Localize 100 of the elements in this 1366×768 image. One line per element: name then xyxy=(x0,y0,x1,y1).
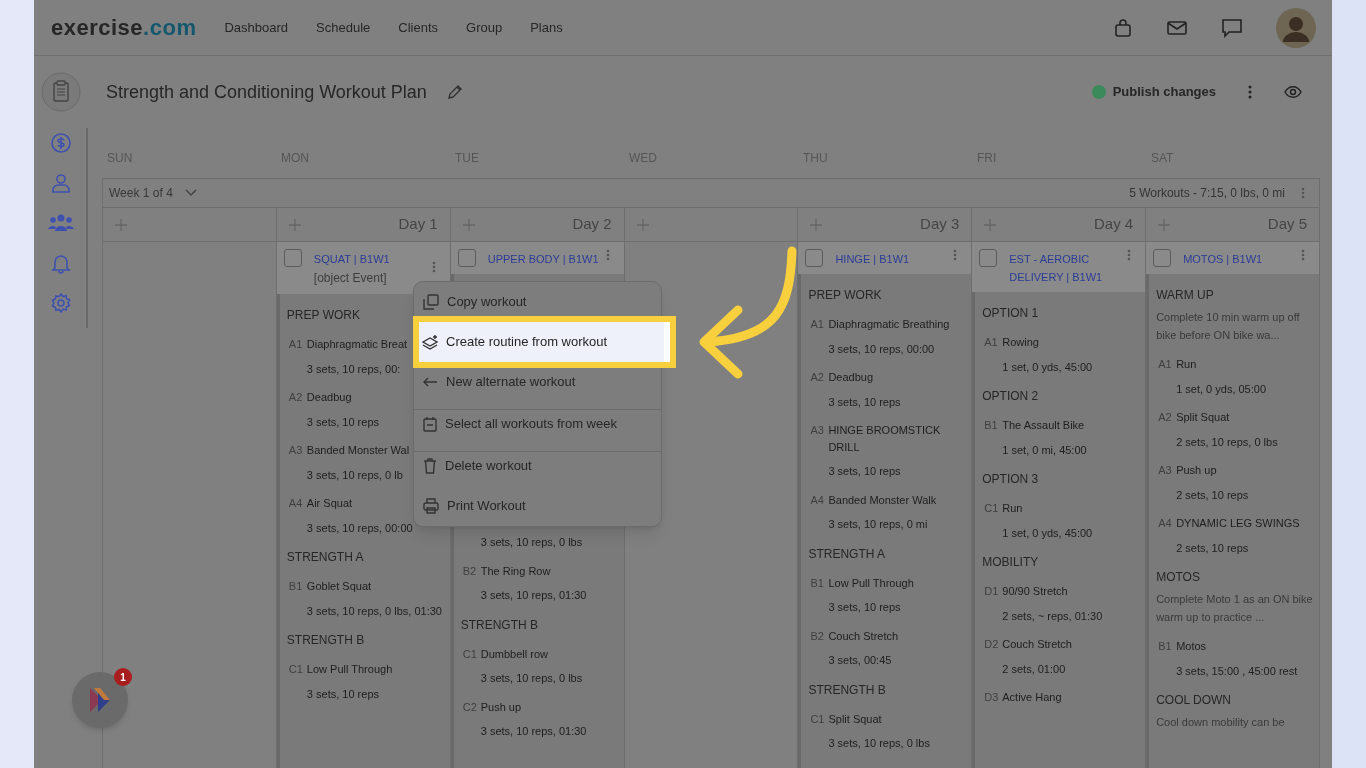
exercise-name: Run xyxy=(1002,501,1024,516)
add-icon[interactable] xyxy=(462,218,475,231)
exercise-detail: 3 sets, 10 reps, 00:00 xyxy=(306,520,413,536)
checkbox[interactable] xyxy=(1153,249,1172,267)
exercise-code: A1 xyxy=(1157,357,1173,372)
menu-item[interactable]: Print Workout xyxy=(423,493,526,519)
clipboard-icon[interactable] xyxy=(41,72,81,112)
nav-link[interactable]: Plans xyxy=(530,17,563,38)
brand-logo[interactable]: exercise.com xyxy=(51,11,197,44)
arrow-left-icon xyxy=(423,377,438,387)
exercise-code: A3 xyxy=(287,443,304,458)
exercise-code: B2 xyxy=(461,563,478,579)
section-note: Complete Moto 1 as an ON bike warm up to practice ... xyxy=(1156,592,1314,625)
exercise-name: 90/90 Stretch xyxy=(1002,584,1069,599)
exercise-code: A2 xyxy=(1157,410,1173,425)
checkbox[interactable] xyxy=(979,249,998,267)
menu-item[interactable]: Copy workout xyxy=(423,289,527,315)
menu-item[interactable]: Delete workout xyxy=(423,453,532,479)
exercise-name: Split Squat xyxy=(828,711,883,727)
exercise-detail: 3 sets, 10 reps xyxy=(828,600,902,615)
section-heading: OPTION 2 xyxy=(982,388,1040,405)
exercise-code: B1 xyxy=(287,579,304,594)
notification-badge: 1 xyxy=(114,668,132,686)
exercise-code: A2 xyxy=(809,370,825,385)
exercise-detail: 2 sets, 10 reps, 0 lbs xyxy=(1176,434,1278,450)
section-heading: STRENGTH A xyxy=(808,545,887,563)
day-label: Day 3 xyxy=(920,214,960,235)
add-icon[interactable] xyxy=(636,218,649,231)
exercise-name: Dumbbell row xyxy=(480,646,549,662)
day-label: Day 2 xyxy=(572,214,612,235)
week-summary: 5 Workouts - 7:15, 0 lbs, 0 mi xyxy=(1129,185,1285,202)
dollar-icon[interactable] xyxy=(50,132,72,154)
add-icon[interactable] xyxy=(810,218,823,231)
more-icon[interactable] xyxy=(1127,249,1132,261)
exercise-name: The Ring Row xyxy=(480,563,552,579)
nav-link[interactable]: Schedule xyxy=(316,17,371,38)
exercise-detail: 3 sets, 10 reps, 00: xyxy=(306,361,402,377)
exercise-code: A4 xyxy=(809,492,825,508)
exercise-code: A1 xyxy=(287,337,304,352)
menu-item[interactable]: New alternate workout xyxy=(423,369,576,395)
exercise-detail: 1 set, 0 yds, 05:00 xyxy=(1176,381,1267,397)
user-icon[interactable] xyxy=(50,172,72,194)
week-selector[interactable]: Week 1 of 4 xyxy=(109,184,197,202)
group-icon[interactable] xyxy=(48,212,74,234)
exercise-detail: 3 sets, 10 reps, 0 mi xyxy=(828,517,929,532)
section-note: Complete 10 min warm up off bike before ON bike wa... xyxy=(1156,310,1301,343)
menu-item[interactable]: Select all workouts from week xyxy=(423,411,617,437)
exercise-name: Deadbug xyxy=(828,370,875,385)
add-icon[interactable] xyxy=(984,218,997,231)
section-heading: PREP WORK xyxy=(286,307,361,324)
exercise-code: A2 xyxy=(287,390,304,405)
exercise-name: Diaphragmatic Breat xyxy=(306,337,408,352)
bell-icon[interactable] xyxy=(50,252,72,274)
nav-link[interactable]: Clients xyxy=(398,17,439,38)
workout-title-link[interactable]: SQUAT | B1W1 xyxy=(313,250,390,268)
layers-plus-icon xyxy=(422,334,438,350)
more-icon[interactable] xyxy=(1301,187,1305,199)
avatar[interactable] xyxy=(1276,7,1316,48)
checkbox[interactable] xyxy=(283,249,302,267)
more-icon[interactable] xyxy=(431,261,436,273)
day-label: Day 4 xyxy=(1093,214,1134,235)
chevron-down-icon xyxy=(184,189,197,197)
printer-icon xyxy=(423,498,439,514)
edit-icon[interactable] xyxy=(446,84,463,100)
exercise-code: A4 xyxy=(1157,516,1173,531)
add-icon[interactable] xyxy=(288,218,301,231)
add-icon[interactable] xyxy=(1158,218,1171,231)
exercise-name: Low Pull Through xyxy=(306,662,393,677)
exercise-name: Air Squat xyxy=(306,496,354,511)
more-icon[interactable] xyxy=(1301,249,1305,261)
chat-icon[interactable] xyxy=(1221,17,1243,38)
exercise-name: Motos xyxy=(1176,639,1208,654)
shopping-bag-icon[interactable] xyxy=(1113,17,1133,38)
exercise-code: A4 xyxy=(287,496,304,511)
exercise-name: Banded Monster Walk xyxy=(828,492,937,508)
more-icon[interactable] xyxy=(605,249,610,261)
section-heading: MOBILITY xyxy=(982,554,1040,571)
exercise-detail: 3 sets, 10 reps, 0 lb xyxy=(306,467,404,483)
exercise-code: B1 xyxy=(983,418,999,433)
exercise-name: Push up xyxy=(480,699,523,715)
nav-link[interactable]: Group xyxy=(466,17,503,38)
exercise-code: D3 xyxy=(983,690,1000,705)
nav-link[interactable]: Dashboard xyxy=(224,17,289,38)
workout-subtitle: [object Event] xyxy=(313,270,388,287)
exercise-code: A1 xyxy=(983,335,999,350)
mail-icon[interactable] xyxy=(1166,18,1188,37)
exercise-detail: 1 set, 0 yds, 45:00 xyxy=(1002,359,1093,375)
checkbox[interactable] xyxy=(457,249,476,267)
trash-icon xyxy=(423,458,437,474)
publish-changes-button[interactable]: Publish changes xyxy=(1091,82,1216,102)
more-icon[interactable] xyxy=(1248,85,1252,99)
preview-eye-icon[interactable] xyxy=(1284,85,1302,99)
more-icon[interactable] xyxy=(953,249,958,261)
add-icon[interactable] xyxy=(115,218,127,231)
checkbox[interactable] xyxy=(805,249,824,267)
settings-icon[interactable] xyxy=(50,292,72,314)
exercise-detail: 3 sets, 10 reps, 0 lbs xyxy=(828,736,930,751)
exercise-detail: 3 sets, 10 reps xyxy=(828,394,901,410)
exercise-code: B1 xyxy=(809,575,825,591)
exercise-code: B1 xyxy=(1157,639,1173,654)
